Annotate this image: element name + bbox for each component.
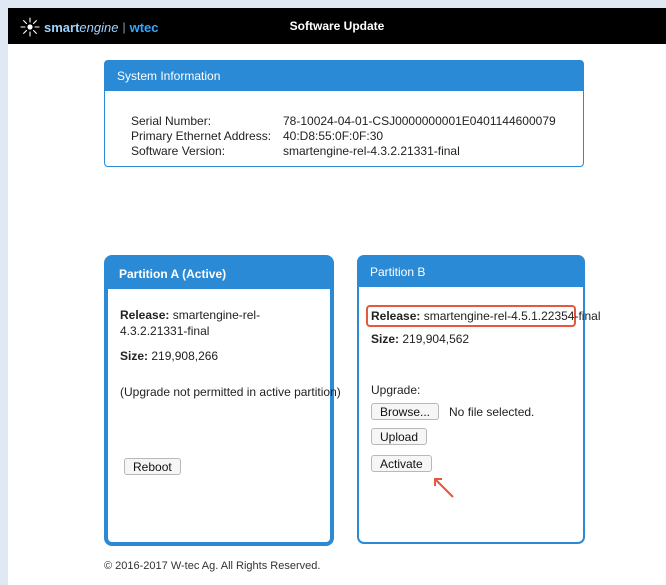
serial-number-label: Serial Number:: [131, 114, 212, 128]
partition-a-release-label: Release:: [120, 308, 170, 322]
partition-b-release-label: Release:: [371, 309, 421, 323]
partition-b-size: Size: 219,904,562: [371, 332, 469, 346]
reboot-button[interactable]: Reboot: [124, 458, 181, 475]
browse-button[interactable]: Browse...: [371, 403, 440, 420]
pointer-arrow-icon: [434, 478, 454, 498]
partition-b-release-value: smartengine-rel-4.5.1.22354-final: [423, 309, 601, 323]
partition-b-title: Partition B: [359, 257, 583, 287]
partition-b-size-label: Size:: [371, 332, 400, 346]
partition-b-release: Release: smartengine-rel-4.5.1.22354-fin…: [371, 309, 600, 323]
page-title: Software Update: [289, 19, 385, 33]
partition-b-panel: Partition B Release: smartengine-rel-4.5…: [357, 255, 600, 544]
app-header: smart engine | wtec Software Update: [8, 8, 666, 44]
copyright-footer: © 2016-2017 W-tec Ag. All Rights Reserve…: [104, 560, 321, 572]
partition-a-release: Release: smartengine-rel-4.3.2.21331-fin…: [120, 307, 325, 339]
system-info-title: System Information: [105, 61, 583, 91]
serial-number-row: Serial Number: 78-10024-04-01-CSJ0000000…: [131, 114, 583, 129]
partition-a-upgrade-note: (Upgrade not permitted in active partiti…: [120, 385, 341, 399]
activate-button[interactable]: Activate: [371, 455, 432, 472]
window-top-strip: [0, 0, 666, 8]
file-status-text: No file selected.: [449, 404, 535, 419]
software-version-row: Software Version: smartengine-rel-4.3.2.…: [131, 144, 583, 159]
partition-a-size-label: Size:: [120, 349, 149, 363]
ethernet-address-value: 40:D8:55:0F:0F:30: [283, 129, 384, 143]
partition-a-title: Partition A (Active): [108, 259, 330, 289]
software-version-label: Software Version:: [131, 144, 226, 158]
partition-b-size-value: 219,904,562: [402, 332, 470, 346]
software-version-value: smartengine-rel-4.3.2.21331-final: [283, 144, 460, 158]
serial-number-value: 78-10024-04-01-CSJ0000000001E04011446000…: [283, 114, 556, 128]
window-left-rail: [0, 8, 8, 585]
partition-a-size: Size: 219,908,266: [120, 349, 218, 363]
system-info-panel: System Information Serial Number: 78-100…: [104, 60, 584, 167]
partition-a-size-value: 219,908,266: [151, 349, 219, 363]
ethernet-address-label: Primary Ethernet Address:: [131, 129, 272, 143]
ethernet-address-row: Primary Ethernet Address: 40:D8:55:0F:0F…: [131, 129, 583, 144]
upload-button[interactable]: Upload: [371, 428, 428, 445]
upgrade-label: Upgrade:: [371, 383, 421, 397]
partition-a-panel: Partition A (Active) Release: smartengin…: [104, 255, 341, 546]
